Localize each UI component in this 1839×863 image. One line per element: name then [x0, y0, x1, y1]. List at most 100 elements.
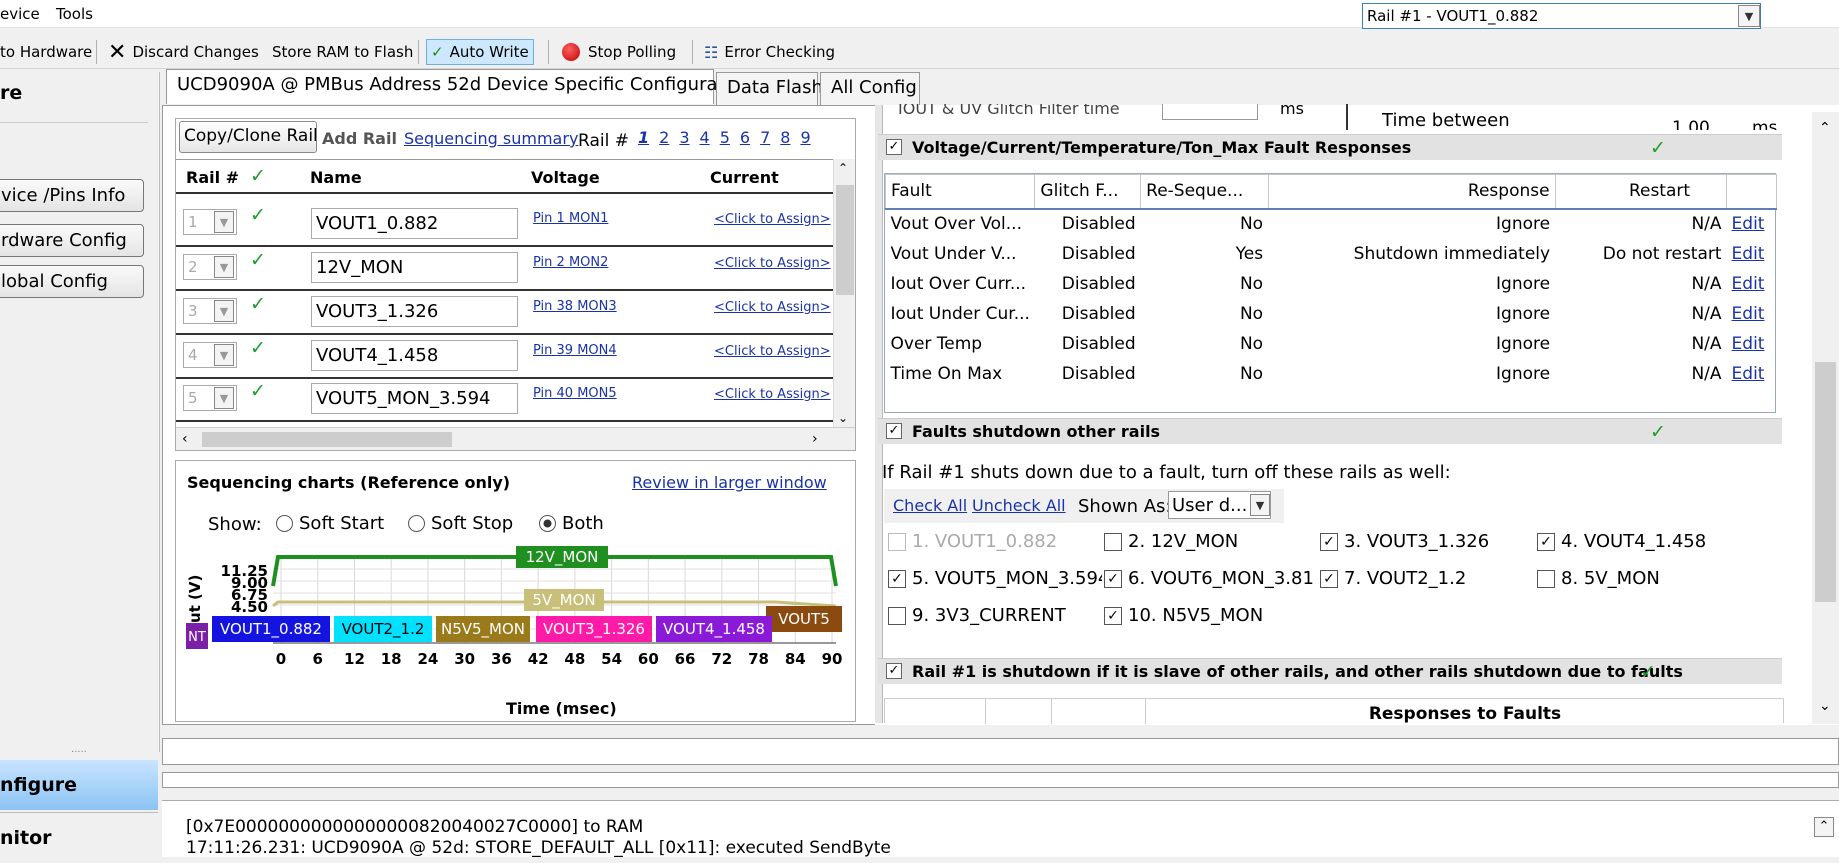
rail-link[interactable]: 2: [659, 128, 669, 147]
current-assign-link[interactable]: <Click to Assign>: [714, 387, 831, 402]
sequencing-summary-link[interactable]: Sequencing summary: [404, 129, 578, 148]
radio-soft-start[interactable]: Soft Start: [276, 513, 384, 534]
discard-changes-button[interactable]: ✕ Discard Changes: [108, 39, 259, 65]
table-row[interactable]: Vout Under V... Disabled Yes Shutdown immed…: [886, 239, 1777, 269]
current-assign-link[interactable]: <Click to Assign>: [714, 212, 831, 227]
panel-splitter[interactable]: [875, 105, 883, 723]
section-checkbox[interactable]: ✓: [886, 423, 902, 439]
rail-link[interactable]: 4: [700, 128, 710, 147]
rail-checkbox[interactable]: [888, 607, 906, 625]
rail-selector[interactable]: Rail #1 - VOUT1_0.882 ▼: [1362, 3, 1761, 29]
tab-device-specific[interactable]: UCD9090A @ PMBus Address 52d Device Spec…: [166, 69, 752, 104]
auto-write-toggle[interactable]: ✓ Auto Write: [426, 39, 534, 65]
edit-link[interactable]: Edit: [1727, 359, 1777, 389]
rail-number-combo[interactable]: 5 ▼: [183, 385, 237, 411]
col-rail[interactable]: Rail #: [186, 168, 239, 187]
voltage-pin-link[interactable]: Pin 1 MON1: [533, 211, 608, 226]
nav-monitor[interactable]: nitor: [0, 812, 158, 862]
device-pins-info-button[interactable]: vice /Pins Info: [0, 179, 144, 212]
col-reseq[interactable]: Re-Seque...: [1140, 174, 1269, 210]
col-current[interactable]: Current: [710, 168, 779, 187]
table-row[interactable]: Iout Under Cur... Disabled No Ignore N/A Edit: [886, 299, 1777, 329]
current-assign-link[interactable]: <Click to Assign>: [714, 300, 831, 315]
rail-link[interactable]: 9: [800, 128, 810, 147]
rail-number-combo[interactable]: 4 ▼: [183, 342, 237, 368]
chevron-left-icon[interactable]: ‹: [182, 431, 188, 447]
rail-number-combo[interactable]: 1 ▼: [183, 209, 237, 235]
rail-checkbox[interactable]: ✓: [1320, 533, 1338, 551]
chevron-up-icon[interactable]: ⌃: [1819, 120, 1831, 136]
rail-checkbox[interactable]: [1537, 570, 1555, 588]
voltage-pin-link[interactable]: Pin 2 MON2: [533, 255, 608, 270]
rail-name-input[interactable]: VOUT3_1.326: [311, 296, 518, 327]
rail-link[interactable]: 7: [760, 128, 770, 147]
rail-checkbox[interactable]: ✓: [1104, 570, 1122, 588]
shown-as-select[interactable]: User d... ▼: [1168, 491, 1271, 519]
nav-configure[interactable]: nfigure: [0, 760, 158, 810]
glitch-filter-input[interactable]: [1162, 104, 1258, 120]
rail-grid-vscroll[interactable]: ⌃ ⌄: [833, 159, 855, 437]
table-row[interactable]: Time On Max Disabled No Ignore N/A Edit: [886, 359, 1777, 389]
col-response[interactable]: Response: [1267, 174, 1556, 210]
scroll-thumb[interactable]: [836, 185, 854, 295]
copy-clone-rails-button[interactable]: Copy/Clone Rails: [179, 121, 317, 153]
log-output[interactable]: [0x7E00000000000000000820040027C0000] to…: [162, 800, 1839, 858]
rail-link[interactable]: 6: [740, 128, 750, 147]
table-row[interactable]: Iout Over Curr... Disabled No Ignore N/A Edit: [886, 269, 1777, 299]
store-ram-to-flash-button[interactable]: Store RAM to Flash: [272, 39, 413, 65]
rail-name-input[interactable]: 12V_MON: [311, 252, 518, 283]
review-larger-link[interactable]: Review in larger window: [632, 473, 827, 492]
slave-shutdown-section[interactable]: ✓ Rail #1 is shutdown if it is slave of …: [878, 658, 1782, 684]
rail-link[interactable]: 1: [638, 128, 649, 147]
col-restart[interactable]: Restart: [1554, 174, 1728, 210]
chevron-up-icon[interactable]: ⌃: [1814, 817, 1834, 837]
add-rail-button[interactable]: Add Rail: [322, 129, 397, 148]
radio-both[interactable]: Both: [539, 513, 604, 534]
current-assign-link[interactable]: <Click to Assign>: [714, 256, 831, 271]
rail-link[interactable]: 5: [720, 128, 730, 147]
scroll-thumb[interactable]: [1815, 362, 1836, 602]
edit-link[interactable]: Edit: [1727, 329, 1777, 359]
rail-checkbox[interactable]: ✓: [888, 570, 906, 588]
check-all-link[interactable]: Check All: [893, 496, 967, 515]
col-voltage[interactable]: Voltage: [531, 168, 600, 187]
tab-data-flash[interactable]: Data Flash: [716, 72, 823, 105]
rail-number-combo[interactable]: 2 ▼: [183, 254, 237, 280]
voltage-pin-link[interactable]: Pin 39 MON4: [533, 343, 617, 358]
col-glitch[interactable]: Glitch F...: [1034, 174, 1142, 210]
faults-shutdown-section[interactable]: ✓ Faults shutdown other rails ✓: [878, 418, 1782, 444]
chevron-down-icon[interactable]: ⌄: [1819, 698, 1831, 714]
menu-tools[interactable]: Tools: [56, 5, 93, 23]
error-checking-button[interactable]: ☷ Error Checking: [704, 39, 835, 65]
uncheck-all-link[interactable]: Uncheck All: [972, 496, 1066, 515]
radio-soft-stop[interactable]: Soft Stop: [408, 513, 513, 534]
col-fault[interactable]: Fault: [884, 174, 1036, 210]
edit-link[interactable]: Edit: [1727, 209, 1777, 239]
rail-checkbox[interactable]: ✓: [1537, 533, 1555, 551]
right-vscroll[interactable]: ⌃ ⌄: [1812, 112, 1839, 724]
table-row[interactable]: Over Temp Disabled No Ignore N/A Edit: [886, 329, 1777, 359]
chevron-right-icon[interactable]: ›: [812, 431, 818, 447]
edit-link[interactable]: Edit: [1727, 239, 1777, 269]
hardware-config-button[interactable]: rdware Config: [0, 224, 144, 257]
stop-polling-button[interactable]: Stop Polling: [562, 39, 676, 65]
rail-name-input[interactable]: VOUT4_1.458: [311, 340, 518, 371]
chevron-down-icon[interactable]: ⌄: [838, 411, 848, 425]
voltage-pin-link[interactable]: Pin 38 MON3: [533, 299, 617, 314]
rail-checkbox[interactable]: ✓: [1104, 607, 1122, 625]
fault-responses-section[interactable]: ✓ Voltage/Current/Temperature/Ton_Max Fa…: [878, 134, 1782, 160]
rail-number-combo[interactable]: 3 ▼: [183, 298, 237, 324]
chevron-down-icon[interactable]: ▼: [1738, 5, 1760, 27]
table-row[interactable]: Vout Over Vol... Disabled No Ignore N/A Edit: [886, 209, 1777, 239]
edit-link[interactable]: Edit: [1727, 269, 1777, 299]
global-config-button[interactable]: lobal Config: [0, 265, 144, 298]
col-name[interactable]: Name: [310, 168, 362, 187]
write-to-hardware-button[interactable]: to Hardware: [0, 39, 92, 65]
menu-device[interactable]: evice: [0, 5, 40, 23]
rail-checkbox[interactable]: ✓: [1320, 570, 1338, 588]
section-checkbox[interactable]: ✓: [886, 663, 902, 679]
rail-name-input[interactable]: VOUT1_0.882: [311, 208, 518, 239]
voltage-pin-link[interactable]: Pin 40 MON5: [533, 386, 617, 401]
scroll-thumb[interactable]: [202, 432, 452, 447]
current-assign-link[interactable]: <Click to Assign>: [714, 344, 831, 359]
